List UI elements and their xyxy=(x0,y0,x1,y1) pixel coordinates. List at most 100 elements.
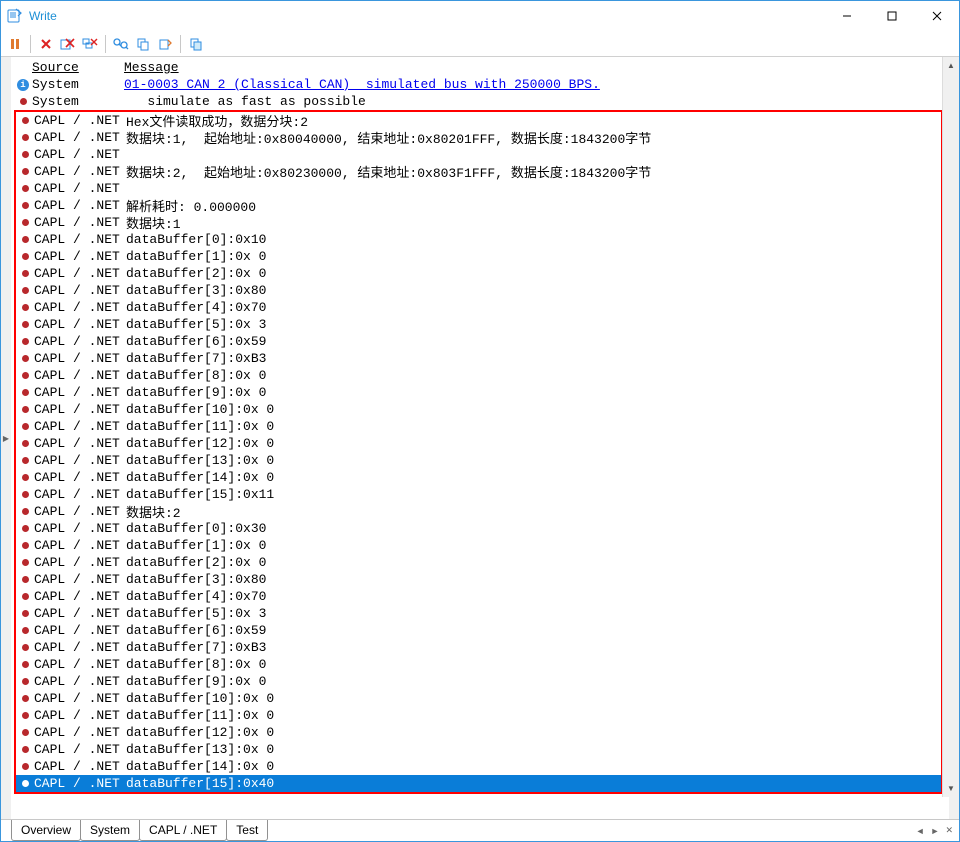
tab-capl-net[interactable]: CAPL / .NET xyxy=(139,820,227,841)
log-row[interactable]: CAPL / .NETdataBuffer[14]:0x 0 xyxy=(16,469,941,486)
tab-test[interactable]: Test xyxy=(226,820,268,841)
log-row[interactable]: CAPL / .NETdataBuffer[9]:0x 0 xyxy=(16,384,941,401)
log-row[interactable]: CAPL / .NETdataBuffer[2]:0x 0 xyxy=(16,554,941,571)
log-row[interactable]: CAPL / .NETdataBuffer[9]:0x 0 xyxy=(16,673,941,690)
log-row[interactable]: CAPL / .NET xyxy=(16,180,941,197)
find-icon[interactable] xyxy=(111,34,131,54)
row-source: System xyxy=(32,77,124,92)
log-row[interactable]: CAPL / .NETdataBuffer[13]:0x 0 xyxy=(16,741,941,758)
bullet-icon xyxy=(20,98,27,105)
log-row[interactable]: CAPL / .NETdataBuffer[1]:0x 0 xyxy=(16,248,941,265)
log-row[interactable]: CAPL / .NETdataBuffer[11]:0x 0 xyxy=(16,418,941,435)
window-title: Write xyxy=(29,9,824,23)
tab-system[interactable]: System xyxy=(80,820,140,841)
row-message: dataBuffer[3]:0x80 xyxy=(126,283,941,298)
log-row[interactable]: CAPL / .NETHex文件读取成功，数据分块:2 xyxy=(16,112,941,129)
left-gutter[interactable]: ▶ xyxy=(1,57,11,819)
close-button[interactable] xyxy=(914,1,959,31)
row-message: dataBuffer[8]:0x 0 xyxy=(126,368,941,383)
log-row[interactable]: CAPL / .NETdataBuffer[10]:0x 0 xyxy=(16,401,941,418)
bullet-icon xyxy=(22,423,29,430)
log-row[interactable]: CAPL / .NET数据块:2, 起始地址:0x80230000, 结束地址:… xyxy=(16,163,941,180)
row-message: dataBuffer[12]:0x 0 xyxy=(126,436,941,451)
row-message: dataBuffer[6]:0x59 xyxy=(126,334,941,349)
maximize-button[interactable] xyxy=(869,1,914,31)
row-message: dataBuffer[14]:0x 0 xyxy=(126,470,941,485)
log-row[interactable]: CAPL / .NETdataBuffer[13]:0x 0 xyxy=(16,452,941,469)
row-source: CAPL / .NET xyxy=(34,232,126,247)
export-icon[interactable] xyxy=(155,34,175,54)
minimize-button[interactable] xyxy=(824,1,869,31)
log-row[interactable]: CAPL / .NETdataBuffer[6]:0x59 xyxy=(16,333,941,350)
log-row[interactable]: CAPL / .NET xyxy=(16,146,941,163)
log-row[interactable]: CAPL / .NETdataBuffer[0]:0x10 xyxy=(16,231,941,248)
log-row[interactable]: CAPL / .NET数据块:1 xyxy=(16,214,941,231)
bullet-icon xyxy=(22,491,29,498)
log-row[interactable]: System simulate as fast as possible xyxy=(14,93,943,110)
row-source: CAPL / .NET xyxy=(34,487,126,502)
tab-overview[interactable]: Overview xyxy=(11,820,81,841)
row-source: CAPL / .NET xyxy=(34,691,126,706)
row-message: dataBuffer[8]:0x 0 xyxy=(126,657,941,672)
log-row[interactable]: CAPL / .NETdataBuffer[1]:0x 0 xyxy=(16,537,941,554)
row-source: CAPL / .NET xyxy=(34,657,126,672)
log-row[interactable]: CAPL / .NETdataBuffer[2]:0x 0 xyxy=(16,265,941,282)
settings-icon[interactable] xyxy=(186,34,206,54)
bullet-icon xyxy=(22,185,29,192)
copy-icon[interactable] xyxy=(133,34,153,54)
info-icon: i xyxy=(17,79,29,91)
bullet-icon xyxy=(22,525,29,532)
bullet-icon xyxy=(22,321,29,328)
bullet-icon xyxy=(22,661,29,668)
row-source: CAPL / .NET xyxy=(34,572,126,587)
row-source: CAPL / .NET xyxy=(34,640,126,655)
log-row[interactable]: CAPL / .NETdataBuffer[12]:0x 0 xyxy=(16,435,941,452)
row-message: dataBuffer[4]:0x70 xyxy=(126,300,941,315)
log-row[interactable]: CAPL / .NETdataBuffer[12]:0x 0 xyxy=(16,724,941,741)
log-row[interactable]: iSystem01-0003 CAN 2 (Classical CAN) sim… xyxy=(14,76,943,93)
log-row[interactable]: CAPL / .NETdataBuffer[3]:0x80 xyxy=(16,571,941,588)
row-message[interactable]: 01-0003 CAN 2 (Classical CAN) simulated … xyxy=(124,77,943,92)
log-row[interactable]: CAPL / .NETdataBuffer[7]:0xB3 xyxy=(16,639,941,656)
log-row[interactable]: CAPL / .NETdataBuffer[6]:0x59 xyxy=(16,622,941,639)
log-row[interactable]: CAPL / .NETdataBuffer[14]:0x 0 xyxy=(16,758,941,775)
row-message: 数据块:1, 起始地址:0x80040000, 结束地址:0x80201FFF,… xyxy=(126,128,941,147)
delete-icon[interactable] xyxy=(36,34,56,54)
log-row[interactable]: CAPL / .NETdataBuffer[5]:0x 3 xyxy=(16,316,941,333)
log-row[interactable]: CAPL / .NETdataBuffer[11]:0x 0 xyxy=(16,707,941,724)
row-source: CAPL / .NET xyxy=(34,538,126,553)
row-message: dataBuffer[2]:0x 0 xyxy=(126,266,941,281)
log-row[interactable]: CAPL / .NETdataBuffer[5]:0x 3 xyxy=(16,605,941,622)
scroll-down-icon[interactable]: ▼ xyxy=(943,780,959,797)
row-source: CAPL / .NET xyxy=(34,470,126,485)
row-message: simulate as fast as possible xyxy=(124,94,943,109)
tab-close-icon[interactable]: ✕ xyxy=(945,825,953,836)
bullet-icon xyxy=(22,695,29,702)
bullet-icon xyxy=(22,474,29,481)
tab-scroll-right-icon[interactable]: ► xyxy=(931,826,940,836)
tab-scroll-left-icon[interactable]: ◄ xyxy=(916,826,925,836)
row-source: CAPL / .NET xyxy=(34,504,126,519)
log-row[interactable]: CAPL / .NETdataBuffer[8]:0x 0 xyxy=(16,656,941,673)
log-row[interactable]: CAPL / .NETdataBuffer[15]:0x11 xyxy=(16,486,941,503)
titlebar[interactable]: Write xyxy=(1,1,959,31)
row-message: dataBuffer[12]:0x 0 xyxy=(126,725,941,740)
log-row[interactable]: CAPL / .NETdataBuffer[7]:0xB3 xyxy=(16,350,941,367)
log-row[interactable]: CAPL / .NET数据块:2 xyxy=(16,503,941,520)
clear-group-icon[interactable] xyxy=(80,34,100,54)
log-row[interactable]: CAPL / .NETdataBuffer[15]:0x40 xyxy=(16,775,941,792)
bullet-icon xyxy=(22,610,29,617)
log-row[interactable]: CAPL / .NETdataBuffer[10]:0x 0 xyxy=(16,690,941,707)
log-row[interactable]: CAPL / .NETdataBuffer[3]:0x80 xyxy=(16,282,941,299)
log-row[interactable]: CAPL / .NETdataBuffer[4]:0x70 xyxy=(16,588,941,605)
log-row[interactable]: CAPL / .NETdataBuffer[0]:0x30 xyxy=(16,520,941,537)
vertical-scrollbar[interactable]: ▲ ▼ xyxy=(942,57,959,797)
log-row[interactable]: CAPL / .NETdataBuffer[8]:0x 0 xyxy=(16,367,941,384)
clear-all-icon[interactable] xyxy=(58,34,78,54)
log-row[interactable]: CAPL / .NET解析耗时: 0.000000 xyxy=(16,197,941,214)
pause-icon[interactable] xyxy=(5,34,25,54)
log-row[interactable]: CAPL / .NETdataBuffer[4]:0x70 xyxy=(16,299,941,316)
log-row[interactable]: CAPL / .NET数据块:1, 起始地址:0x80040000, 结束地址:… xyxy=(16,129,941,146)
scroll-up-icon[interactable]: ▲ xyxy=(943,57,959,74)
bullet-icon xyxy=(22,627,29,634)
